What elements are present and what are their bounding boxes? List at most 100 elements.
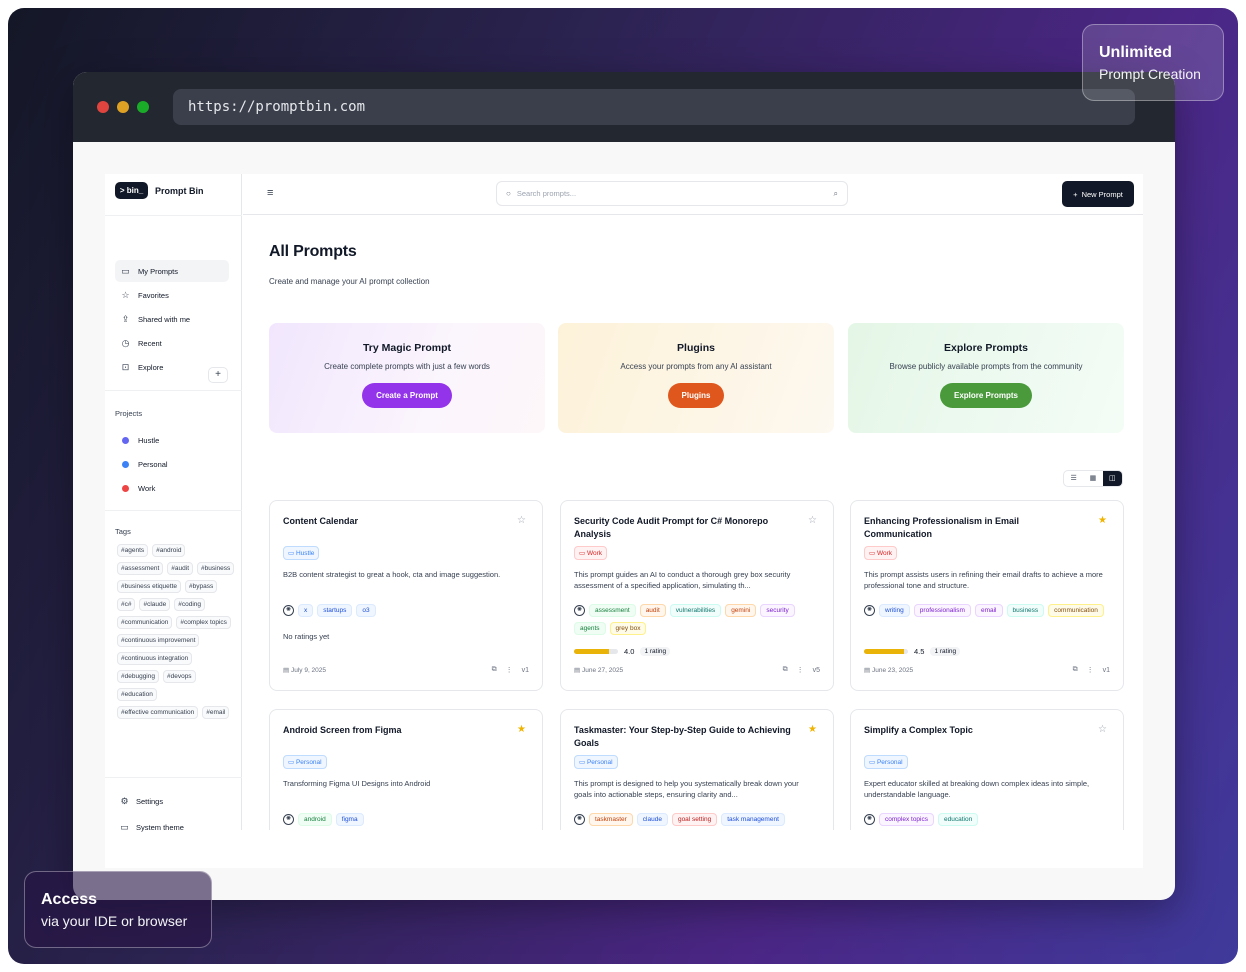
tag-chip[interactable]: #complex topics: [176, 616, 231, 629]
favorite-star-icon[interactable]: ☆: [1098, 724, 1107, 735]
tag-chip[interactable]: complex topics: [879, 813, 934, 826]
tag-chip[interactable]: vulnerabilities: [669, 604, 722, 617]
share-icon: ⇪: [121, 313, 130, 324]
search-submit-icon[interactable]: ⌕: [834, 189, 838, 199]
tag-chip[interactable]: figma: [335, 813, 364, 826]
tag-chip[interactable]: #education: [117, 688, 157, 701]
tag-chip[interactable]: #business: [197, 562, 235, 575]
tag-chip[interactable]: education: [938, 813, 979, 826]
tag-chip[interactable]: o3: [356, 604, 376, 617]
tag-chip[interactable]: goal setting: [671, 813, 718, 826]
menu-icon[interactable]: ≡: [267, 187, 273, 199]
prompt-card[interactable]: Security Code Audit Prompt for C# Monore…: [560, 500, 834, 691]
tag-chip[interactable]: #android: [152, 544, 186, 557]
more-options-icon[interactable]: ⋮: [1087, 666, 1094, 674]
plus-icon: +: [1073, 189, 1078, 199]
divider: [105, 510, 242, 511]
tag-chip[interactable]: #business etiquette: [117, 580, 182, 593]
card-title: Android Screen from Figma: [283, 725, 402, 735]
prompt-card[interactable]: Enhancing Professionalism in Email Commu…: [850, 500, 1124, 691]
copy-icon[interactable]: ⧉: [783, 666, 788, 674]
tag-chip[interactable]: #communication: [117, 616, 173, 629]
prompt-card[interactable]: Simplify a Complex Topic ☆ ▭ Personal Ex…: [850, 709, 1124, 830]
gear-icon: ⚙: [120, 796, 129, 806]
clock-icon: ◷: [121, 337, 130, 348]
tag-chip[interactable]: business: [1006, 604, 1045, 617]
favorite-star-icon[interactable]: ★: [808, 724, 817, 735]
favorite-star-icon[interactable]: ★: [517, 724, 526, 735]
create-prompt-button[interactable]: Create a Prompt: [362, 383, 452, 408]
prompt-card[interactable]: Content Calendar ☆ ▭ Hustle B2B content …: [269, 500, 543, 691]
explore-prompts-button[interactable]: Explore Prompts: [939, 383, 1032, 408]
project-item-personal[interactable]: Personal: [122, 460, 168, 469]
search-input[interactable]: [516, 189, 828, 198]
maximize-window-dot[interactable]: [137, 101, 149, 113]
brand[interactable]: > bin_ Prompt Bin: [115, 182, 204, 199]
theme-toggle[interactable]: ▭ System theme: [120, 822, 184, 833]
tag-chip[interactable]: taskmaster: [589, 813, 633, 826]
prompt-card[interactable]: Android Screen from Figma ★ ▭ Personal T…: [269, 709, 543, 830]
prompt-card[interactable]: Taskmaster: Your Step-by-Step Guide to A…: [560, 709, 834, 830]
tag-chip[interactable]: communication: [1048, 604, 1104, 617]
tag-chip[interactable]: #email: [202, 706, 230, 719]
nav-item-favorites[interactable]: ☆ Favorites: [115, 284, 229, 306]
tag-chip[interactable]: #coding: [174, 598, 206, 611]
tag-chip[interactable]: gemini: [725, 604, 757, 617]
card-project-label: Personal: [876, 759, 903, 766]
tag-chip[interactable]: x: [298, 604, 314, 617]
tag-chip[interactable]: claude: [636, 813, 668, 826]
tag-chip[interactable]: startups: [317, 604, 353, 617]
new-prompt-button[interactable]: + New Prompt: [1062, 181, 1134, 207]
add-project-button[interactable]: +: [208, 367, 228, 383]
tag-chip[interactable]: agents: [574, 622, 606, 635]
tag-chip[interactable]: #assessment: [117, 562, 164, 575]
list-view-icon[interactable]: ☰: [1064, 471, 1083, 486]
close-window-dot[interactable]: [97, 101, 109, 113]
tag-chip[interactable]: #agents: [117, 544, 149, 557]
settings-link[interactable]: ⚙ Settings: [120, 796, 163, 807]
tag-chip[interactable]: audit: [639, 604, 666, 617]
card-date-text: June 27, 2025: [581, 667, 624, 674]
address-bar[interactable]: https://promptbin.com: [173, 89, 1135, 125]
tag-chip[interactable]: #devops: [162, 670, 196, 683]
tag-chip[interactable]: task management: [721, 813, 785, 826]
minimize-window-dot[interactable]: [117, 101, 129, 113]
tag-chip[interactable]: grey box: [609, 622, 647, 635]
card-version: v1: [521, 666, 529, 674]
project-item-work[interactable]: Work: [122, 484, 155, 493]
project-item-hustle[interactable]: Hustle: [122, 436, 159, 445]
more-options-icon[interactable]: ⋮: [797, 666, 804, 674]
monitor-icon: ▭: [120, 822, 129, 832]
tag-chip[interactable]: #audit: [167, 562, 194, 575]
nav-item-shared[interactable]: ⇪ Shared with me: [115, 308, 229, 330]
more-options-icon[interactable]: ⋮: [506, 666, 513, 674]
tag-chip[interactable]: writing: [879, 604, 910, 617]
tag-chip[interactable]: #debugging: [117, 670, 159, 683]
tag-chip[interactable]: #continuous improvement: [117, 634, 200, 647]
tag-chip[interactable]: #bypass: [185, 580, 218, 593]
tag-chip[interactable]: #continuous integration: [117, 652, 193, 665]
card-view-icon[interactable]: ◫: [1102, 471, 1122, 486]
favorite-star-icon[interactable]: ☆: [808, 515, 817, 526]
app-root: > bin_ Prompt Bin ▭ My Prompts ☆ Favorit…: [105, 174, 1143, 868]
divider: [105, 777, 242, 778]
grid-view-icon[interactable]: ▦: [1083, 471, 1102, 486]
plus-icon: +: [215, 369, 221, 380]
plugins-button[interactable]: Plugins: [667, 383, 725, 408]
copy-icon[interactable]: ⧉: [1073, 666, 1078, 674]
tag-chip[interactable]: email: [974, 604, 1003, 617]
tag-chip[interactable]: #effective communication: [117, 706, 199, 719]
tag-chip[interactable]: #claude: [139, 598, 171, 611]
nav-item-recent[interactable]: ◷ Recent: [115, 332, 229, 354]
tag-chip[interactable]: security: [760, 604, 795, 617]
tag-chip[interactable]: android: [298, 813, 332, 826]
favorite-star-icon[interactable]: ★: [1098, 515, 1107, 526]
tag-chip[interactable]: assessment: [589, 604, 636, 617]
copy-icon[interactable]: ⧉: [492, 666, 497, 674]
model-logo-icon: ✺: [574, 814, 585, 825]
tag-chip[interactable]: #c#: [117, 598, 136, 611]
tag-chip[interactable]: professionalism: [913, 604, 971, 617]
favorite-star-icon[interactable]: ☆: [517, 515, 526, 526]
nav-item-my-prompts[interactable]: ▭ My Prompts: [115, 260, 229, 282]
calendar-icon: ▤: [864, 667, 871, 674]
